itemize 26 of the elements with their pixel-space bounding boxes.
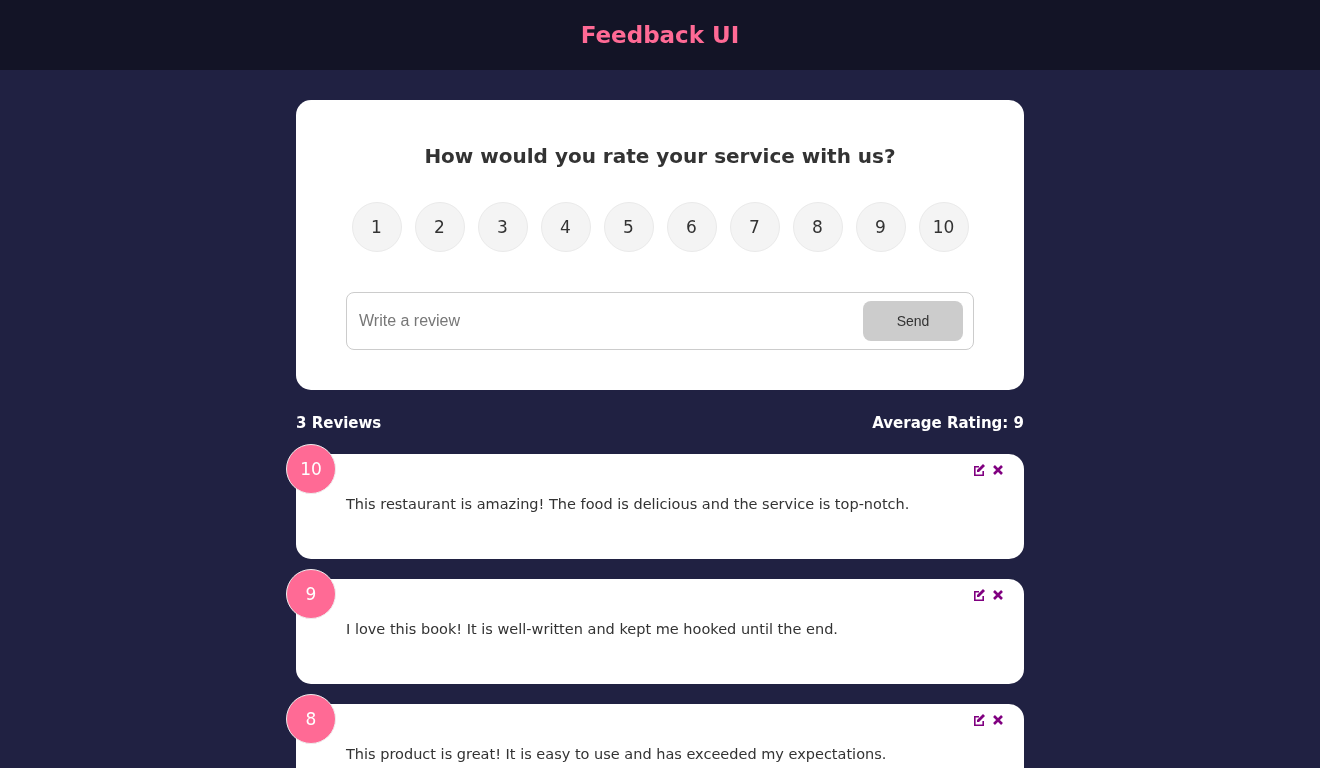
edit-icon[interactable] [972,463,986,477]
rating-option[interactable]: 4 [540,202,591,252]
close-icon[interactable] [992,713,1004,727]
rating-option[interactable]: 3 [477,202,528,252]
average-rating: Average Rating: 9 [872,414,1024,432]
rating-option[interactable]: 1 [351,202,402,252]
app-title: Feedback UI [580,22,740,48]
rating-option[interactable]: 8 [792,202,843,252]
rating-option[interactable]: 9 [855,202,906,252]
review-text: This restaurant is amazing! The food is delicious and the service is top-notch. [346,496,911,512]
rating-option[interactable]: 10 [918,202,969,252]
rating-option[interactable]: 2 [414,202,465,252]
edit-icon[interactable] [972,713,986,727]
rating-option[interactable]: 6 [666,202,717,252]
review-text: I love this book! It is well-written and kept me hooked until the end. [346,621,839,637]
rating-question: How would you rate your service with us? [424,144,896,168]
close-icon[interactable] [992,588,1004,602]
close-icon[interactable] [992,463,1004,477]
rating-option[interactable]: 7 [729,202,780,252]
edit-icon[interactable] [972,588,986,602]
rating-option[interactable]: 5 [603,202,654,252]
review-count: 3 Reviews [296,414,382,432]
review-text: This product is great! It is easy to use and has exceeded my expectations. [346,746,888,762]
rating-badge: 8 [286,694,336,744]
rating-badge: 10 [286,444,336,494]
rating-badge: 9 [286,569,336,619]
